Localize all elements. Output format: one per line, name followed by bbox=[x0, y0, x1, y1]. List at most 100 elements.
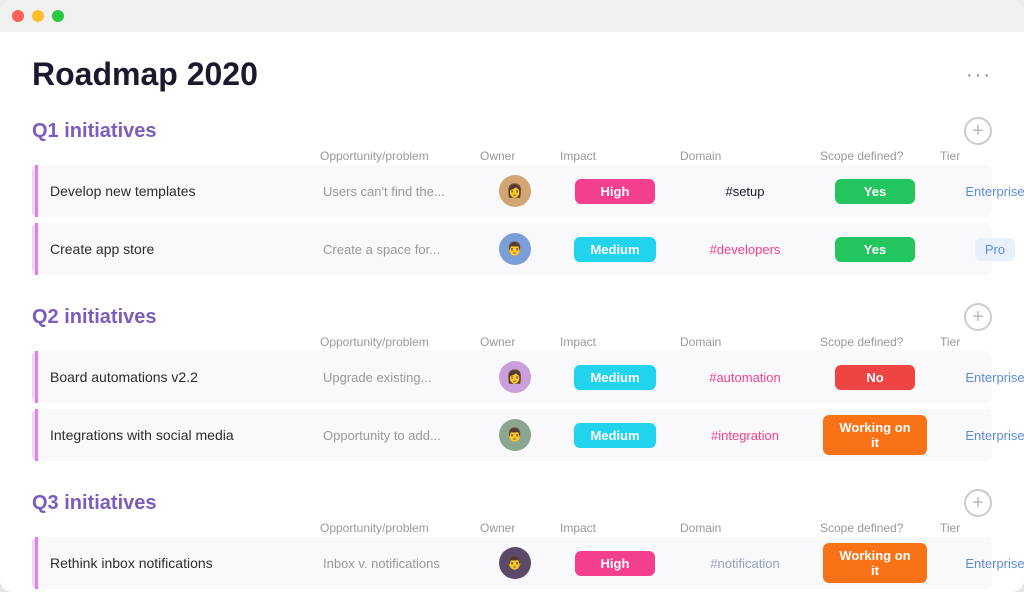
table-row[interactable]: Integrations with social mediaOpportunit… bbox=[32, 409, 992, 461]
scope-badge: Working on it bbox=[823, 415, 927, 455]
column-header: Domain bbox=[672, 521, 812, 535]
tier-text: Pro bbox=[975, 238, 1015, 261]
scope-badge: Working on it bbox=[823, 543, 927, 583]
column-header: Opportunity/problem bbox=[312, 149, 472, 163]
domain-text: #notification bbox=[710, 556, 779, 571]
row-name: Develop new templates bbox=[35, 165, 315, 217]
tier-cell: Enterprise bbox=[935, 550, 1024, 577]
column-header: Impact bbox=[552, 521, 672, 535]
column-header: Owner bbox=[472, 149, 552, 163]
row-name: Board automations v2.2 bbox=[35, 351, 315, 403]
avatar: 👨 bbox=[499, 547, 531, 579]
opportunity-cell: Opportunity to add... bbox=[315, 422, 475, 449]
owner-cell: 👩 bbox=[475, 169, 555, 213]
tier-text: Enterprise bbox=[965, 184, 1024, 199]
domain-cell: #automation bbox=[675, 364, 815, 391]
column-header: Opportunity/problem bbox=[312, 521, 472, 535]
avatar: 👩 bbox=[499, 361, 531, 393]
section-title-label-q2: Q2 initiatives bbox=[32, 306, 498, 329]
domain-text: #automation bbox=[709, 370, 781, 385]
column-header: Domain bbox=[672, 149, 812, 163]
impact-badge: Medium bbox=[574, 423, 655, 448]
row-name: Create app store bbox=[35, 223, 315, 275]
column-header: Scope defined? bbox=[812, 521, 932, 535]
owner-cell: 👨 bbox=[475, 541, 555, 585]
domain-text: #setup bbox=[725, 184, 764, 199]
scope-badge: No bbox=[835, 365, 915, 390]
table-row[interactable]: Develop new templatesUsers can't find th… bbox=[32, 165, 992, 217]
sections-container: Q1 initiatives+Opportunity/problemOwnerI… bbox=[32, 117, 992, 592]
column-header: Opportunity/problem bbox=[312, 335, 472, 349]
tier-cell: Enterprise bbox=[935, 422, 1024, 449]
scope-cell: Working on it bbox=[815, 537, 935, 589]
tier-text: Enterprise bbox=[965, 428, 1024, 443]
table-row[interactable]: Board automations v2.2Upgrade existing..… bbox=[32, 351, 992, 403]
impact-cell: Medium bbox=[555, 359, 675, 396]
opportunity-cell: Users can't find the... bbox=[315, 178, 475, 205]
section-title-label-q1: Q1 initiatives bbox=[32, 120, 498, 143]
domain-cell: #notification bbox=[675, 550, 815, 577]
impact-badge: High bbox=[575, 551, 655, 576]
close-dot[interactable] bbox=[12, 10, 24, 22]
opportunity-cell: Inbox v. notifications bbox=[315, 550, 475, 577]
column-header: Tier bbox=[932, 149, 1024, 163]
impact-badge: Medium bbox=[574, 237, 655, 262]
scope-cell: Yes bbox=[815, 231, 935, 268]
title-bar bbox=[0, 0, 1024, 32]
add-initiative-button-q3[interactable]: + bbox=[964, 489, 992, 517]
row-name: Rethink inbox notifications bbox=[35, 537, 315, 589]
column-header: Scope defined? bbox=[812, 335, 932, 349]
minimize-dot[interactable] bbox=[32, 10, 44, 22]
domain-cell: #integration bbox=[675, 422, 815, 449]
owner-cell: 👩 bbox=[475, 355, 555, 399]
impact-badge: Medium bbox=[574, 365, 655, 390]
scope-cell: Yes bbox=[815, 173, 935, 210]
more-options-button[interactable]: ··· bbox=[966, 64, 992, 87]
impact-cell: High bbox=[555, 545, 675, 582]
avatar: 👩 bbox=[499, 175, 531, 207]
scope-cell: No bbox=[815, 359, 935, 396]
tier-cell: Enterprise bbox=[935, 364, 1024, 391]
scope-cell: Working on it bbox=[815, 409, 935, 461]
tier-text: Enterprise bbox=[965, 556, 1024, 571]
section-title-label-q3: Q3 initiatives bbox=[32, 492, 498, 515]
table-row[interactable]: Create app storeCreate a space for... 👨 Me… bbox=[32, 223, 992, 275]
main-content: Roadmap 2020 ··· Q1 initiatives + Opportun… bbox=[0, 32, 1024, 592]
impact-cell: High bbox=[555, 173, 675, 210]
domain-cell: #developers bbox=[675, 236, 815, 263]
column-header: Tier bbox=[932, 335, 1024, 349]
opportunity-cell: Create a space for... bbox=[315, 236, 475, 263]
page-title: Roadmap 2020 bbox=[32, 56, 258, 93]
column-header: Domain bbox=[672, 335, 812, 349]
owner-cell: 👨 bbox=[475, 413, 555, 457]
column-header: Scope defined? bbox=[812, 149, 932, 163]
column-header: Impact bbox=[552, 335, 672, 349]
domain-text: #developers bbox=[710, 242, 781, 257]
add-initiative-button-q1[interactable]: + bbox=[964, 117, 992, 145]
avatar: 👨 bbox=[499, 233, 531, 265]
domain-text: #integration bbox=[711, 428, 779, 443]
row-name: Integrations with social media bbox=[35, 409, 315, 461]
tier-cell: Pro bbox=[935, 232, 1024, 267]
section-q1: Q1 initiatives + Opportunity/problemOwnerI… bbox=[32, 117, 992, 275]
scope-badge: Yes bbox=[835, 179, 915, 204]
domain-cell: #setup bbox=[675, 178, 815, 205]
tier-cell: Enterprise bbox=[935, 178, 1024, 205]
owner-cell: 👨 bbox=[475, 227, 555, 271]
add-initiative-button-q2[interactable]: + bbox=[964, 303, 992, 331]
tier-text: Enterprise bbox=[965, 370, 1024, 385]
app-window: Roadmap 2020 ··· Q1 initiatives + Opportun… bbox=[0, 0, 1024, 592]
column-header: Impact bbox=[552, 149, 672, 163]
expand-dot[interactable] bbox=[52, 10, 64, 22]
impact-cell: Medium bbox=[555, 417, 675, 454]
opportunity-cell: Upgrade existing... bbox=[315, 364, 475, 391]
impact-badge: High bbox=[575, 179, 655, 204]
section-q3: Q3 initiatives+Opportunity/problemOwnerI… bbox=[32, 489, 992, 592]
avatar: 👨 bbox=[499, 419, 531, 451]
impact-cell: Medium bbox=[555, 231, 675, 268]
column-header: Tier bbox=[932, 521, 1024, 535]
column-header: Owner bbox=[472, 335, 552, 349]
table-row[interactable]: Rethink inbox notificationsInbox v. noti… bbox=[32, 537, 992, 589]
scope-badge: Yes bbox=[835, 237, 915, 262]
section-q2: Q2 initiatives+Opportunity/problemOwnerI… bbox=[32, 303, 992, 461]
